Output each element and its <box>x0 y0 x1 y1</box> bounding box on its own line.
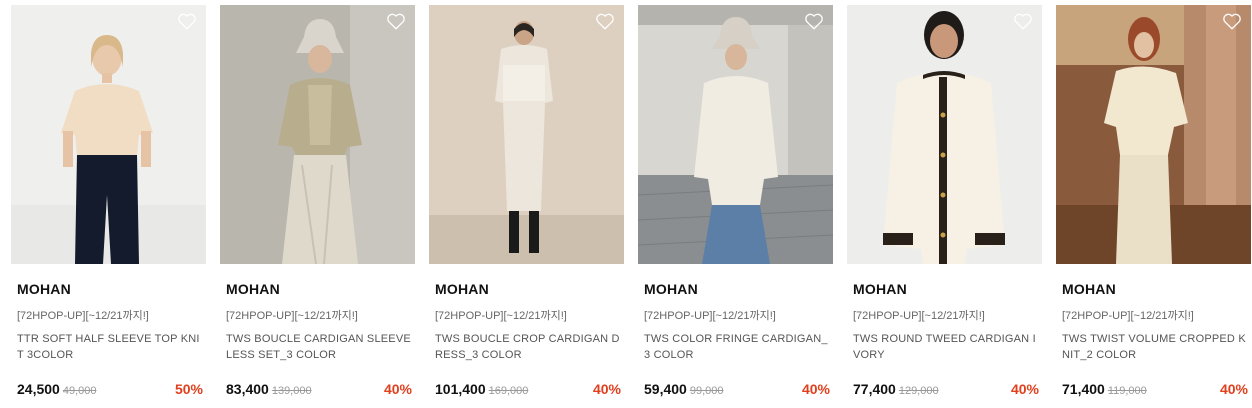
original-price: 99,000 <box>689 385 724 397</box>
original-price: 139,000 <box>271 385 312 397</box>
product-image[interactable] <box>220 5 415 264</box>
product-photo <box>11 5 206 264</box>
product-photo <box>429 5 624 264</box>
original-price: 169,000 <box>488 385 529 397</box>
product-image[interactable] <box>429 5 624 264</box>
product-card[interactable]: MOHAN [72HPOP-UP][~12/21까지!] TWS ROUND T… <box>847 5 1042 405</box>
wishlist-button[interactable] <box>1013 12 1033 30</box>
brand-name[interactable]: MOHAN <box>853 281 907 297</box>
price-row: 71,400 119,000 40% <box>1062 381 1248 401</box>
promo-tag: [72HPOP-UP][~12/21까지!] <box>1062 310 1194 322</box>
wishlist-button[interactable] <box>595 12 615 30</box>
brand-name[interactable]: MOHAN <box>17 281 71 297</box>
discount-rate: 40% <box>1219 381 1248 397</box>
brand-name[interactable]: MOHAN <box>1062 281 1116 297</box>
discount-rate: 40% <box>383 381 412 397</box>
wishlist-button[interactable] <box>177 12 197 30</box>
product-card[interactable]: MOHAN [72HPOP-UP][~12/21까지!] TWS BOUCLE … <box>220 5 415 405</box>
product-image[interactable] <box>847 5 1042 264</box>
sale-price: 59,400 <box>644 381 687 397</box>
discount-rate: 40% <box>592 381 621 397</box>
heart-outline-icon <box>1223 13 1241 30</box>
promo-tag: [72HPOP-UP][~12/21까지!] <box>17 310 149 322</box>
product-name[interactable]: TWS BOUCLE CARDIGAN SLEEVELESS SET_3 COL… <box>226 331 414 363</box>
price-row: 59,400 99,000 40% <box>644 381 830 401</box>
product-name[interactable]: TWS COLOR FRINGE CARDIGAN_3 COLOR <box>644 331 832 363</box>
sale-price: 24,500 <box>17 381 60 397</box>
promo-tag: [72HPOP-UP][~12/21까지!] <box>644 310 776 322</box>
sale-price: 101,400 <box>435 381 486 397</box>
discount-rate: 40% <box>1010 381 1039 397</box>
heart-outline-icon <box>596 13 614 30</box>
product-image[interactable] <box>1056 5 1251 264</box>
sale-price: 71,400 <box>1062 381 1105 397</box>
product-image[interactable] <box>638 5 833 264</box>
heart-outline-icon <box>178 13 196 30</box>
product-name[interactable]: TWS ROUND TWEED CARDIGAN IVORY <box>853 331 1041 363</box>
original-price: 119,000 <box>1107 385 1147 397</box>
product-photo <box>220 5 415 264</box>
product-photo <box>847 5 1042 264</box>
wishlist-button[interactable] <box>804 12 824 30</box>
product-image[interactable] <box>11 5 206 264</box>
discount-rate: 40% <box>801 381 830 397</box>
product-photo <box>1056 5 1251 264</box>
original-price: 129,000 <box>898 385 939 397</box>
sale-price: 77,400 <box>853 381 896 397</box>
product-card[interactable]: MOHAN [72HPOP-UP][~12/21까지!] TTR SOFT HA… <box>11 5 206 405</box>
promo-tag: [72HPOP-UP][~12/21까지!] <box>226 310 358 322</box>
product-name[interactable]: TWS BOUCLE CROP CARDIGAN DRESS_3 COLOR <box>435 331 623 363</box>
heart-outline-icon <box>1014 13 1032 30</box>
price-row: 101,400 169,000 40% <box>435 381 621 401</box>
brand-name[interactable]: MOHAN <box>226 281 280 297</box>
product-grid: MOHAN [72HPOP-UP][~12/21까지!] TTR SOFT HA… <box>0 0 1252 408</box>
wishlist-button[interactable] <box>1222 12 1242 30</box>
product-name[interactable]: TWS TWIST VOLUME CROPPED KNIT_2 COLOR <box>1062 331 1250 363</box>
product-card[interactable]: MOHAN [72HPOP-UP][~12/21까지!] TWS COLOR F… <box>638 5 833 405</box>
heart-outline-icon <box>805 13 823 30</box>
wishlist-button[interactable] <box>386 12 406 30</box>
price-row: 24,500 49,000 50% <box>17 381 203 401</box>
product-card[interactable]: MOHAN [72HPOP-UP][~12/21까지!] TWS BOUCLE … <box>429 5 624 405</box>
brand-name[interactable]: MOHAN <box>435 281 489 297</box>
product-card[interactable]: MOHAN [72HPOP-UP][~12/21까지!] TWS TWIST V… <box>1056 5 1251 405</box>
price-row: 77,400 129,000 40% <box>853 381 1039 401</box>
brand-name[interactable]: MOHAN <box>644 281 698 297</box>
promo-tag: [72HPOP-UP][~12/21까지!] <box>435 310 567 322</box>
promo-tag: [72HPOP-UP][~12/21까지!] <box>853 310 985 322</box>
product-name[interactable]: TTR SOFT HALF SLEEVE TOP KNIT 3COLOR <box>17 331 205 363</box>
discount-rate: 50% <box>174 381 203 397</box>
original-price: 49,000 <box>62 385 97 397</box>
sale-price: 83,400 <box>226 381 269 397</box>
product-photo <box>638 5 833 264</box>
price-row: 83,400 139,000 40% <box>226 381 412 401</box>
heart-outline-icon <box>387 13 405 30</box>
